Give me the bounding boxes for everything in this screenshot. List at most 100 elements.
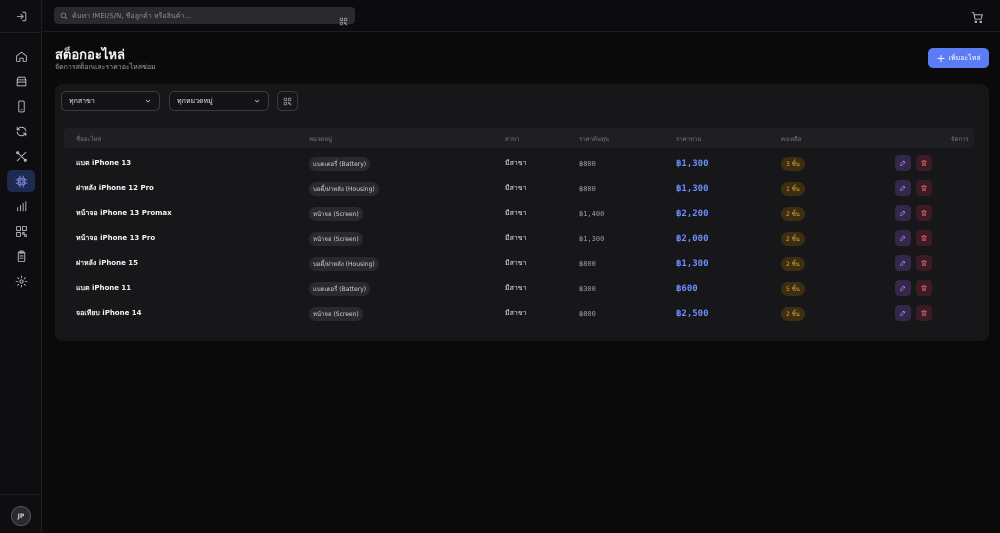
delete-button[interactable] [916,180,932,196]
refresh-icon[interactable] [7,120,35,142]
sidebar: JP [0,0,42,533]
logout-icon[interactable] [7,5,35,27]
qr-scan-button[interactable] [277,91,298,111]
category-badge-label: แบตเตอรี่ (Battery) [309,281,371,296]
home-icon[interactable] [7,45,35,67]
category-badge: หน้าจอ (Screen) [309,201,363,226]
branch-label: มีสาขา [505,184,527,192]
table-header: ชื่ออะไหล่ หมวดหมู่ สาขา ราคาต้นทุน ราคา… [64,128,974,148]
category-badge-label: แบตเตอรี่ (Battery) [309,156,371,171]
gear-icon[interactable] [7,270,35,292]
stock-badge: 5 ชิ้น [781,276,805,301]
category-badge-label: บอดี้/ฝาหลัง (Housing) [309,256,379,271]
delete-button[interactable] [916,230,932,246]
trash-icon [920,159,928,167]
cart-icon[interactable] [971,9,984,24]
part-name: ฝาหลัง iPhone 15 [76,259,139,267]
category-badge: แบตเตอรี่ (Battery) [309,276,371,301]
edit-button[interactable] [895,230,911,246]
part-name: ฝาหลัง iPhone 12 Pro [76,184,154,192]
delete-button[interactable] [916,280,932,296]
table-row[interactable]: ฝาหลัง iPhone 15 บอดี้/ฝาหลัง (Housing) มี… [64,251,974,276]
stock-badge: 2 ชิ้น [781,201,805,226]
cost-price: ฿1,300 [579,234,605,243]
sale-price: ฿2,200 [676,208,709,219]
delete-button[interactable] [916,155,932,171]
trash-icon [920,209,928,217]
delete-button[interactable] [916,205,932,221]
chevron-down-icon [253,97,261,105]
edit-button[interactable] [895,180,911,196]
phone-icon[interactable] [7,95,35,117]
tools-icon[interactable] [7,145,35,167]
branch-label: มีสาขา [505,209,527,217]
trash-icon [920,259,928,267]
category-badge: หน้าจอ (Screen) [309,226,363,251]
bar-chart-icon[interactable] [7,195,35,217]
page-subtitle: จัดการสต็อกและราคาอะไหล่ซ่อม [55,63,156,71]
table-row[interactable]: แบต iPhone 11 แบตเตอรี่ (Battery) มีสาขา ฿3… [64,276,974,301]
cost-price: ฿300 [579,284,596,293]
branch-label: มีสาขา [505,259,527,267]
table-row[interactable]: จอเทียบ iPhone 14 หน้าจอ (Screen) มีสาขา ฿8… [64,301,974,326]
stock-badge: 3 ชิ้น [781,151,805,176]
edit-button[interactable] [895,255,911,271]
part-name: จอเทียบ iPhone 14 [76,309,142,317]
search-input[interactable] [72,11,327,20]
edit-button[interactable] [895,280,911,296]
topbar [42,0,1000,32]
edit-button[interactable] [895,305,911,321]
avatar[interactable]: JP [11,506,31,526]
delete-button[interactable] [916,305,932,321]
edit-icon [899,159,907,167]
header-branch: สาขา [505,136,520,143]
parts-panel: ทุกสาขา ทุกหมวดหมู่ ชื่ออะไหล่ หมวดหมู่ … [55,84,989,341]
category-select[interactable]: ทุกหมวดหมู่ [169,91,269,111]
sale-price: ฿2,000 [676,233,709,244]
delete-button[interactable] [916,255,932,271]
table-row[interactable]: หน้าจอ iPhone 13 Pro หน้าจอ (Screen) มีสาข… [64,226,974,251]
table-row[interactable]: ฝาหลัง iPhone 12 Pro บอดี้/ฝาหลัง (Housin… [64,176,974,201]
stock-badge-label: 2 ชิ้น [781,231,805,246]
branch-select-value: ทุกสาขา [69,96,95,105]
part-name: แบต iPhone 13 [76,159,132,167]
part-name: หน้าจอ iPhone 13 Pro [76,234,156,242]
category-badge: แบตเตอรี่ (Battery) [309,151,371,176]
chevron-down-icon [144,97,152,105]
header-cost: ราคาต้นทุน [579,136,610,143]
header-stock: คงเหลือ [781,136,802,143]
edit-button[interactable] [895,205,911,221]
table-row[interactable]: หน้าจอ iPhone 13 Promax หน้าจอ (Screen) มี… [64,201,974,226]
stock-badge-label: 1 ชิ้น [781,181,805,196]
edit-icon [899,309,907,317]
qr-icon [283,97,292,105]
category-badge-label: หน้าจอ (Screen) [309,231,363,246]
edit-button[interactable] [895,155,911,171]
store-icon[interactable] [7,70,35,92]
add-part-button[interactable]: + เพิ่มอะไหล่ [928,48,989,68]
sale-price: ฿1,300 [676,158,709,169]
part-name: แบต iPhone 11 [76,284,132,292]
search-bar[interactable] [54,7,355,26]
edit-icon [899,259,907,267]
chip-icon[interactable] [7,170,35,192]
table-row[interactable]: แบต iPhone 13 แบตเตอรี่ (Battery) มีสาขา ฿8… [64,151,974,176]
trash-icon [920,309,928,317]
trash-icon [920,184,928,192]
clipboard-icon[interactable] [7,245,35,267]
stock-badge-label: 5 ชิ้น [781,281,805,296]
qr-icon[interactable] [7,220,35,242]
category-badge: บอดี้/ฝาหลัง (Housing) [309,176,379,201]
category-select-value: ทุกหมวดหมู่ [177,96,213,105]
edit-icon [899,209,907,217]
branch-select[interactable]: ทุกสาขา [61,91,160,111]
branch-label: มีสาขา [505,234,527,242]
branch-label: มีสาขา [505,309,527,317]
cost-price: ฿800 [579,159,596,168]
sale-price: ฿1,300 [676,258,709,269]
part-name: หน้าจอ iPhone 13 Promax [76,209,172,217]
edit-icon [899,184,907,192]
header-name: ชื่ออะไหล่ [76,136,102,143]
qr-scan-icon[interactable] [339,11,348,26]
category-badge-label: บอดี้/ฝาหลัง (Housing) [309,181,379,196]
